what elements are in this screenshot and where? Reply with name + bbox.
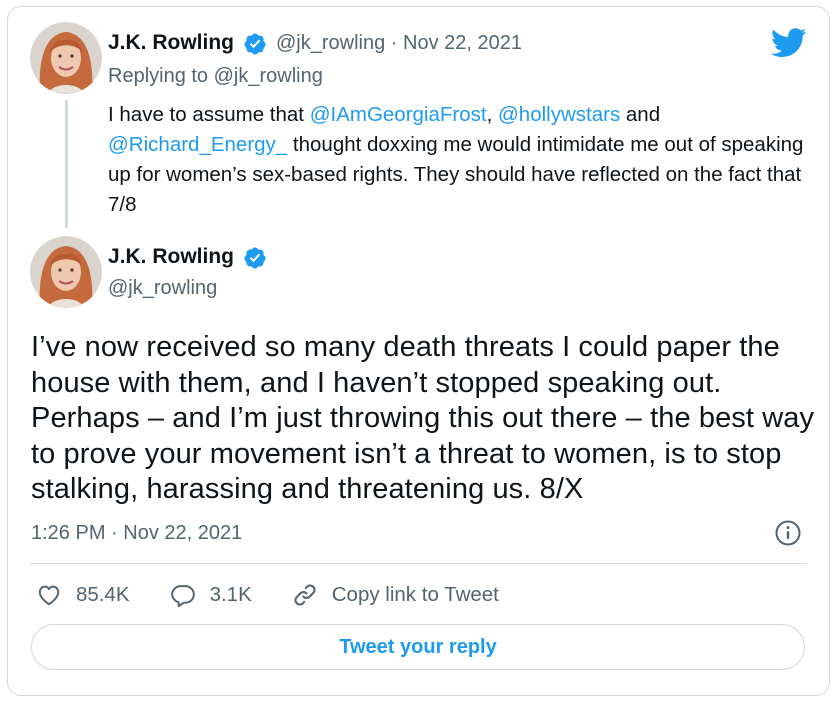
main-handle[interactable]: @jk_rowling (108, 277, 217, 300)
mention-link[interactable]: @IAmGeorgiaFrost (310, 103, 487, 126)
link-icon (294, 584, 316, 606)
reply-count: 3.1K (209, 583, 252, 606)
parent-tweet-text: I have to assume that @IAmGeorgiaFrost, … (108, 100, 808, 220)
reply-action-button[interactable]: 3.1K (170, 582, 252, 608)
replying-to-prefix: Replying to (108, 65, 214, 87)
parent-author-name[interactable]: J.K. Rowling (108, 31, 234, 55)
heart-icon (38, 585, 60, 606)
main-author-avatar[interactable] (30, 236, 102, 308)
like-button[interactable]: 85.4K (36, 582, 130, 608)
replying-to-mention[interactable]: @jk_rowling (214, 65, 323, 87)
twitter-bird-icon[interactable] (771, 28, 807, 58)
parent-date[interactable]: Nov 22, 2021 (403, 32, 522, 54)
parent-text-part: and (620, 103, 661, 126)
tweet-actions: 85.4K 3.1K Copy link to Tweet (36, 580, 539, 610)
copy-link-label: Copy link to Tweet (331, 583, 499, 606)
like-count: 85.4K (76, 583, 130, 606)
mention-link[interactable]: @hollywstars (498, 103, 620, 126)
parent-author-avatar[interactable] (30, 22, 102, 94)
replying-to-line: Replying to @jk_rowling (108, 65, 323, 88)
verified-badge-icon (244, 33, 266, 55)
thread-connector-line (65, 100, 68, 228)
speech-bubble-icon (170, 585, 195, 608)
verified-badge-icon (244, 247, 266, 269)
copy-link-button[interactable]: Copy link to Tweet (292, 582, 499, 608)
separator-dot: · (390, 32, 398, 54)
tweet-timestamp[interactable]: 1:26 PM · Nov 22, 2021 (31, 522, 242, 545)
info-icon[interactable] (775, 520, 801, 546)
mention-link[interactable]: @Richard_Energy_ (108, 133, 287, 156)
tweet-your-reply-button[interactable]: Tweet your reply (31, 624, 805, 670)
main-author-name[interactable]: J.K. Rowling (108, 245, 234, 269)
parent-text-part: , (486, 103, 498, 126)
main-tweet-text: I’ve now received so many death threats … (31, 331, 815, 505)
parent-handle-date: @jk_rowling · Nov 22, 2021 (276, 32, 522, 55)
parent-handle[interactable]: @jk_rowling (276, 32, 385, 54)
parent-text-part: I have to assume that (108, 103, 310, 126)
divider (30, 563, 806, 564)
